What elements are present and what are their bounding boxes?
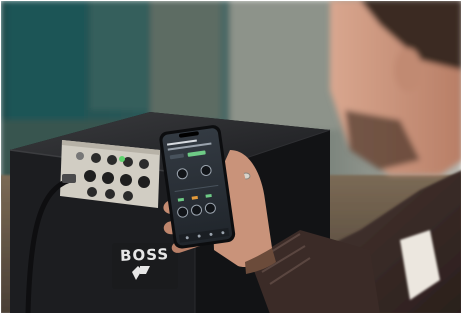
- amp-brand-logo: BOSS: [113, 245, 176, 288]
- photo-illustration: [0, 0, 462, 314]
- amp-control-panel: [60, 140, 160, 208]
- person-head: [330, 0, 462, 175]
- amp-brand-text: BOSS: [119, 245, 170, 265]
- photo-scene: BOSS: [0, 0, 462, 314]
